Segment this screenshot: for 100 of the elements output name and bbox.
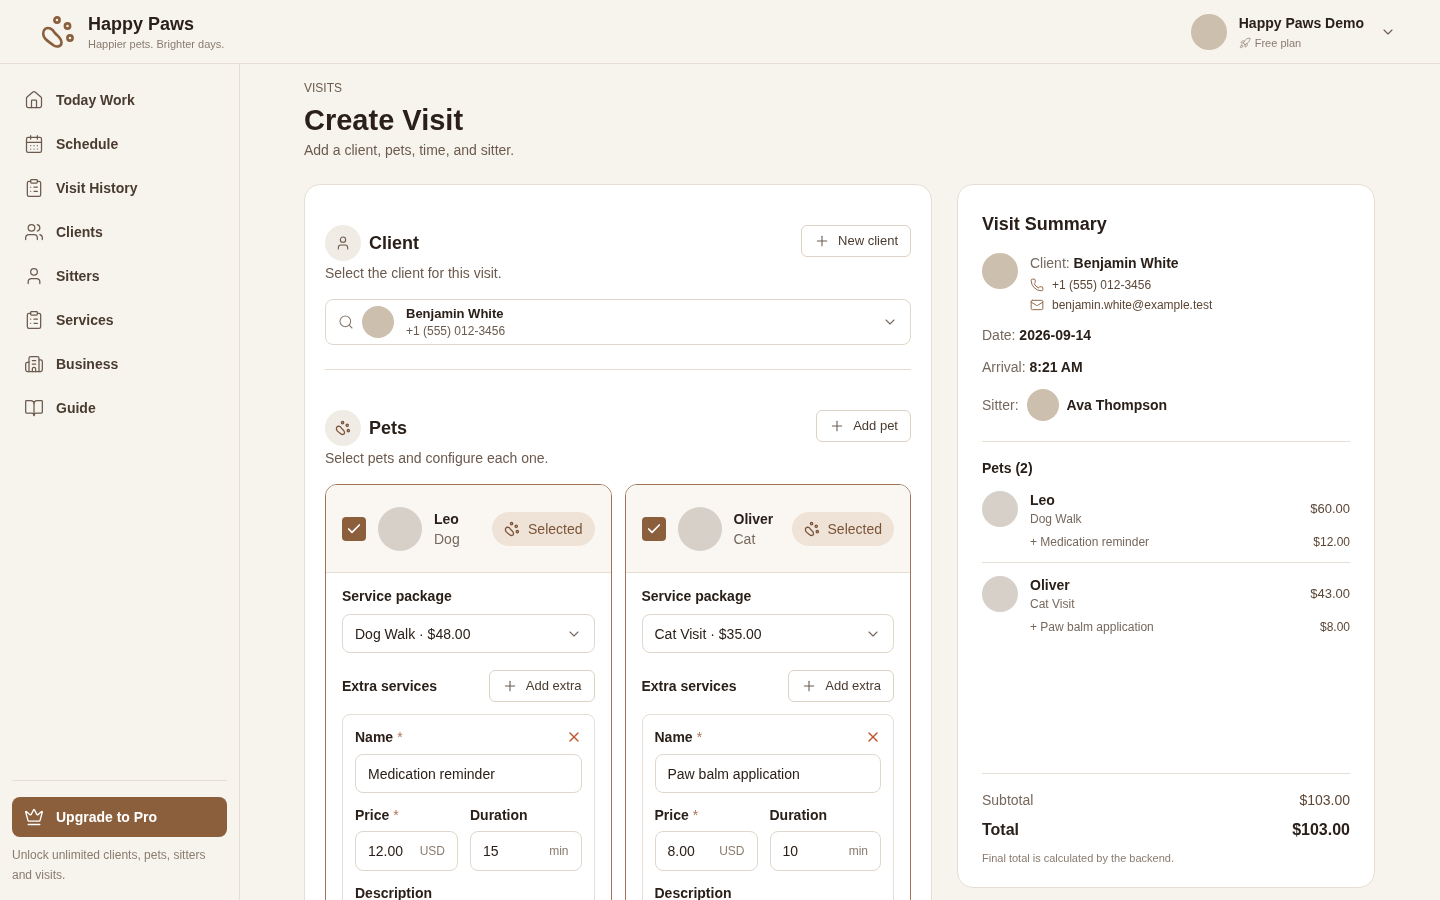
user-icon [325,225,361,261]
field-label: Name * [355,728,403,747]
crown-icon [24,807,44,827]
pet-name: Leo [1030,491,1056,510]
photo-placeholder [982,491,1018,527]
checkbox[interactable] [641,516,666,541]
nav-item[interactable]: Today Work [12,78,227,122]
visit-date: 2026-09-14 [1019,327,1091,343]
nav-item[interactable]: Visit History [12,166,227,210]
section-subtitle: Select the client for this visit. [325,264,502,283]
account-name: Happy Paws Demo [1238,13,1364,33]
service-select[interactable]: Cat Visit · $35.00 [641,614,894,653]
pet-price: $43.00 [1310,585,1350,604]
phone-icon [1030,278,1044,292]
app-name: Happy Paws [88,12,196,36]
client-phone: +1 (555) 012-3456 [1052,277,1152,294]
client-name: Benjamin White [406,305,505,323]
total-value: $103.00 [1292,820,1350,840]
avatar-placeholder [1026,389,1059,421]
paw-logo-icon [40,13,76,50]
extra-service-name: + Paw balm application [1030,619,1154,636]
nav-item[interactable]: Business [12,342,227,386]
paw-icon [325,410,361,446]
unit-label: min [848,843,868,859]
duration-field[interactable]: 10 min [769,831,881,871]
service-select[interactable]: Dog Walk · $48.00 [342,614,595,653]
field-label: Sitter: [982,396,1019,415]
clipboard-icon [24,178,44,198]
extra-service-name: + Medication reminder [1030,534,1150,551]
upgrade-button[interactable]: Upgrade to Pro [12,797,227,837]
client-email: benjamin.white@example.test [1052,297,1213,314]
checkbox[interactable] [342,516,366,541]
sitter-name: Ava Thompson [1066,396,1168,415]
subtotal-value: $103.00 [1299,791,1350,810]
duration-field[interactable]: 15 min [470,831,582,871]
photo-placeholder [378,506,422,551]
paw-icon [504,520,520,537]
pet-service: Cat Visit [1030,596,1075,613]
price-field[interactable]: 12.00 USD [355,831,458,871]
field-label: Name * [654,728,703,747]
calendar-icon [24,134,44,154]
unit-label: min [549,843,569,859]
new-client-button[interactable]: New client [801,225,911,257]
field-label: Duration [470,806,529,825]
paw-icon [803,520,820,537]
section-title: Pets [369,417,408,440]
client-name: Benjamin White [1073,255,1179,271]
search-icon [338,314,354,330]
building-icon [24,354,44,374]
upgrade-note: Unlock unlimited clients, pets, sitters and visits. [12,847,207,884]
photo-placeholder [982,576,1018,612]
pet-type: Dog [434,529,460,549]
pet-type: Cat [733,529,757,549]
nav-item[interactable]: Guide [12,386,227,430]
mail-icon [1030,298,1044,312]
field-label: Date: [982,327,1016,343]
field-label: Duration [769,806,829,825]
home-icon [24,90,44,110]
field-label: Price * [355,806,400,825]
field-label: Extra services [342,677,437,696]
nav-item[interactable]: Clients [12,210,227,254]
total-note: Final total is calculated by the backend. [982,851,1174,866]
extra-service-price: $12.00 [1313,534,1350,551]
badge-label: Selected [827,519,882,539]
unit-label: USD [719,843,745,859]
field-label: Client: [1030,255,1070,271]
app-tagline: Happier pets. Brighter days. [88,36,225,52]
extra-service-price: $8.00 [1319,619,1350,636]
client-select[interactable]: Benjamin White +1 (555) 012-3456 [325,299,911,345]
arrival-time: 8:21 AM [1029,359,1083,375]
field-label: Extra services [641,677,737,696]
field-label: Arrival: [982,359,1026,375]
unit-label: USD [419,843,445,859]
clipboard-icon [24,310,44,330]
avatar-placeholder [982,253,1018,289]
page-title: Create Visit [304,103,464,138]
pets-heading: Pets (2) [982,459,1033,478]
rocket-icon [1238,36,1251,49]
field-label: Service package [641,588,752,604]
book-icon [24,398,44,418]
pet-name: Oliver [1030,576,1071,595]
pet-price: $60.00 [1310,500,1350,519]
users-icon [24,222,44,242]
field-label: Service package [342,588,452,604]
field-label: Description [355,885,432,900]
nav-item[interactable]: Schedule [12,122,227,166]
add-pet-button[interactable]: Add pet [816,410,911,442]
price-field[interactable]: 8.00 USD [654,831,758,871]
add-extra-button[interactable]: Add extra [488,670,595,702]
nav-item[interactable]: Services [12,298,227,342]
name-field[interactable]: Paw balm application [654,754,881,793]
client-phone: +1 (555) 012-3456 [406,323,506,339]
add-extra-button[interactable]: Add extra [788,670,894,702]
summary-title: Visit Summary [982,213,1107,236]
nav-item[interactable]: Sitters [12,254,227,298]
name-field[interactable]: Medication reminder [355,754,582,793]
pet-name: Oliver [733,509,774,529]
section-title: Client [369,232,419,255]
avatar-placeholder [1190,13,1227,50]
breadcrumb-label: VISITS [304,80,342,96]
